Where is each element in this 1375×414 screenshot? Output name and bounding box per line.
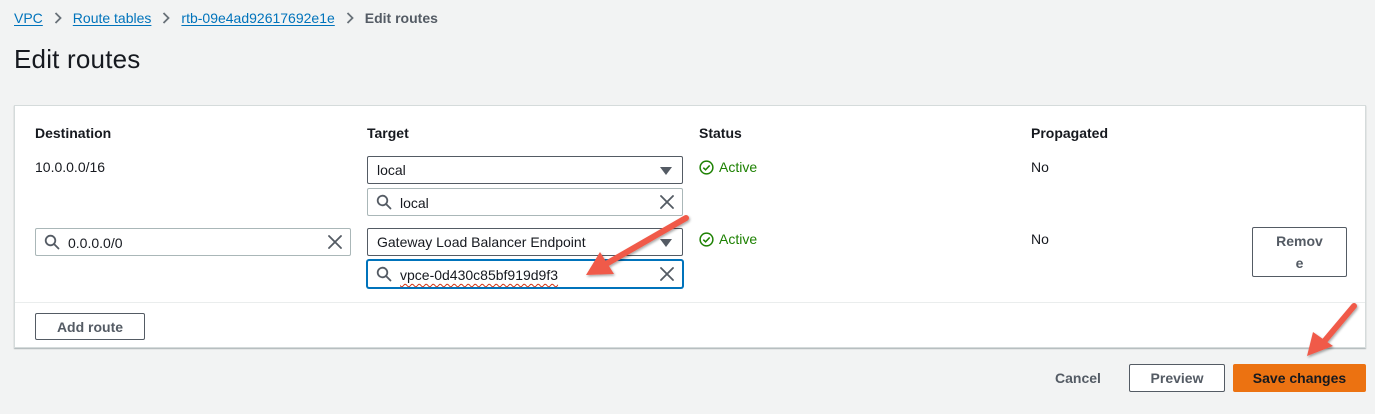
propagated-value: No [1031,231,1049,247]
divider [15,302,1365,303]
status-text: Active [719,159,758,175]
target-type-select[interactable]: local [367,156,683,184]
target-type-value: Gateway Load Balancer Endpoint [377,234,586,250]
destination-value: 0.0.0.0/0 [68,235,123,251]
remove-button-label-line2: e [1295,255,1304,271]
column-header-propagated: Propagated [1031,125,1109,141]
clear-icon[interactable] [660,267,674,281]
page-title: Edit routes [14,44,141,74]
target-search-input[interactable]: vpce-0d430c85bf919d9f3 [367,260,683,288]
remove-button-label-line1: Remov [1276,233,1323,249]
save-changes-button[interactable]: Save changes [1233,364,1366,392]
column-header-status: Status [699,125,742,141]
search-icon [44,234,60,250]
clear-icon[interactable] [328,235,342,249]
search-icon [376,194,392,210]
check-circle-icon [699,159,714,175]
clear-icon[interactable] [660,195,674,209]
cancel-button[interactable]: Cancel [1055,370,1101,386]
column-header-destination: Destination [35,125,112,141]
chevron-right-icon [346,12,354,24]
status-text: Active [719,231,758,247]
add-route-button[interactable]: Add route [35,313,145,340]
caret-down-icon [660,239,672,247]
preview-button[interactable]: Preview [1129,364,1225,392]
caret-down-icon [660,167,672,175]
target-search-value: vpce-0d430c85bf919d9f3 [400,267,559,283]
breadcrumb: VPC Route tables rtb-09e4ad92617692e1e E… [14,8,438,28]
column-header-target: Target [367,125,409,141]
chevron-right-icon [162,12,171,24]
breadcrumb-route-table-id[interactable]: rtb-09e4ad92617692e1e [181,10,334,26]
routes-panel: Destination Target Status Propagated 10.… [14,105,1366,348]
route-destination: 10.0.0.0/16 [35,159,106,175]
chevron-right-icon [54,12,62,24]
search-icon [376,266,392,282]
breadcrumb-vpc[interactable]: VPC [14,10,43,26]
status-badge: Active [699,231,757,247]
target-search-value: local [400,195,429,211]
remove-route-button[interactable]: Remov e [1252,227,1347,277]
propagated-value: No [1031,159,1049,175]
status-badge: Active [699,159,757,175]
target-type-select[interactable]: Gateway Load Balancer Endpoint [367,228,683,256]
breadcrumb-route-tables[interactable]: Route tables [73,10,152,26]
target-type-value: local [377,162,406,178]
check-circle-icon [699,231,714,247]
destination-input[interactable]: 0.0.0.0/0 [35,228,351,256]
breadcrumb-current: Edit routes [364,10,438,26]
target-search-input[interactable]: local [367,188,683,216]
